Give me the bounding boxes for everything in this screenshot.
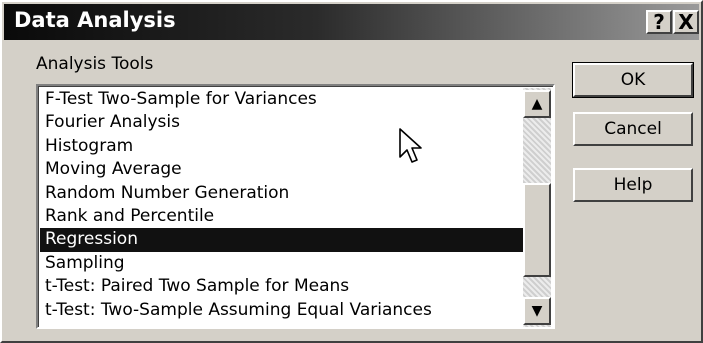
scrollbar-thumb[interactable]: [523, 183, 551, 277]
cancel-button[interactable]: Cancel: [573, 112, 693, 146]
close-icon[interactable]: X: [673, 10, 699, 34]
title-bar[interactable]: Data Analysis ? X: [4, 4, 699, 40]
analysis-tools-listbox[interactable]: F-Test Two-Sample for Variances Fourier A…: [36, 84, 555, 329]
list-item[interactable]: F-Test Two-Sample for Variances: [40, 88, 525, 111]
list-item[interactable]: Sampling: [40, 252, 525, 275]
help-icon[interactable]: ?: [646, 10, 672, 34]
scroll-up-icon[interactable]: ▲: [523, 90, 551, 118]
help-button[interactable]: Help: [573, 168, 693, 202]
data-analysis-dialog: Data Analysis ? X Analysis Tools F-Test …: [0, 0, 703, 343]
dialog-title: Data Analysis: [14, 8, 176, 32]
analysis-tools-label: Analysis Tools: [36, 54, 154, 74]
list-item[interactable]: Moving Average: [40, 158, 525, 181]
list-item[interactable]: Histogram: [40, 135, 525, 158]
vertical-scrollbar[interactable]: ▲ ▼: [523, 88, 551, 327]
ok-button[interactable]: OK: [572, 62, 694, 98]
scroll-down-icon[interactable]: ▼: [523, 297, 551, 325]
list-items: F-Test Two-Sample for Variances Fourier A…: [40, 88, 525, 322]
list-item[interactable]: Rank and Percentile: [40, 205, 525, 228]
mouse-pointer-icon: [399, 128, 422, 163]
list-item[interactable]: t-Test: Two-Sample Assuming Equal Varian…: [40, 299, 525, 322]
list-item[interactable]: Regression: [40, 228, 525, 252]
list-item[interactable]: t-Test: Paired Two Sample for Means: [40, 275, 525, 298]
list-item[interactable]: Random Number Generation: [40, 182, 525, 205]
list-item[interactable]: Fourier Analysis: [40, 111, 525, 134]
